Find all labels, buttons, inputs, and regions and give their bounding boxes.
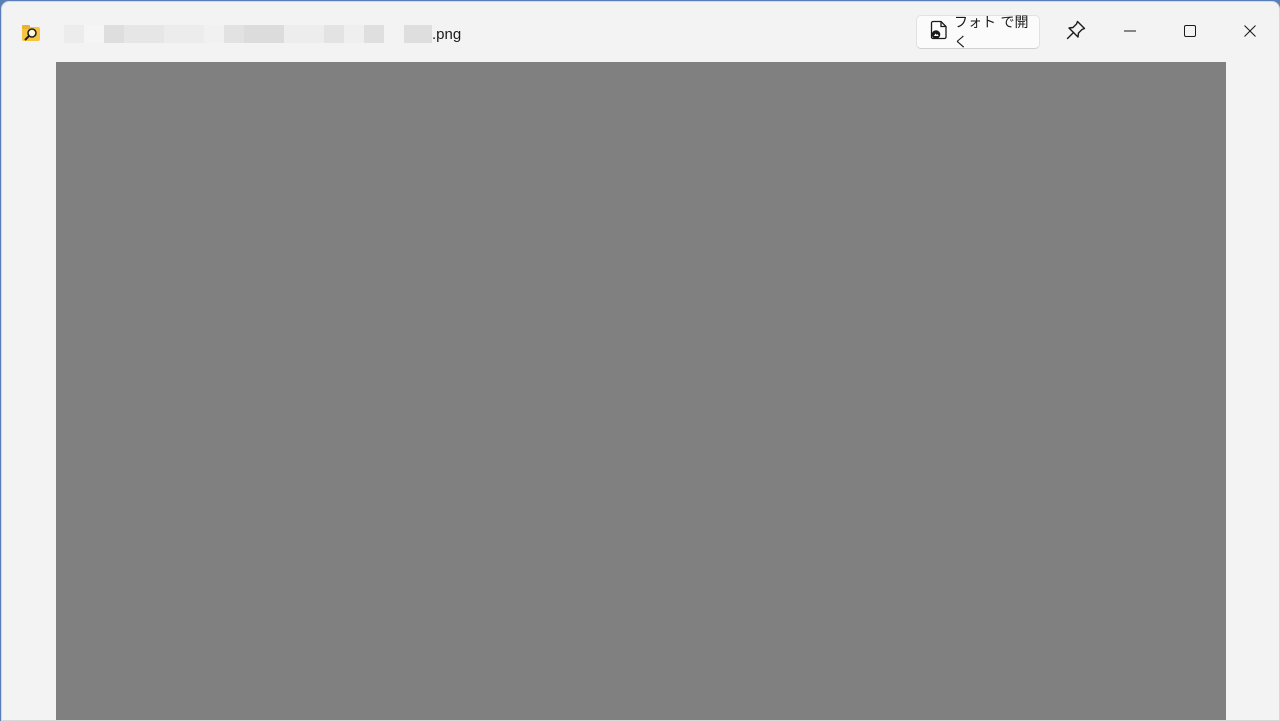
- filename-extension: .png: [432, 25, 462, 43]
- app-magnifier-icon: [22, 25, 42, 42]
- redacted-filename-block: [84, 25, 104, 43]
- minimize-button[interactable]: [1110, 14, 1150, 50]
- redacted-filename-block: [324, 25, 344, 43]
- redacted-filename-block: [404, 25, 432, 43]
- redacted-filename-block: [64, 25, 84, 43]
- redacted-filename-block: [164, 25, 204, 43]
- open-in-photos-button[interactable]: フォト で開く: [916, 15, 1040, 51]
- photos-doc-icon: [930, 20, 948, 44]
- redacted-filename-block: [284, 25, 324, 43]
- close-button[interactable]: [1230, 14, 1270, 50]
- redacted-filename-block: [344, 25, 364, 43]
- window-title: .png: [64, 24, 461, 44]
- redacted-filename-block: [124, 25, 164, 43]
- maximize-button[interactable]: [1170, 14, 1210, 50]
- image-preview: [56, 62, 1226, 720]
- pin-button[interactable]: [1056, 14, 1096, 50]
- title-bar[interactable]: .png フォト で開く: [2, 2, 1279, 62]
- maximize-icon: [1183, 23, 1197, 42]
- open-in-photos-label: フォト で開く: [954, 15, 1029, 51]
- redacted-filename-block: [204, 25, 224, 43]
- redacted-filename-block: [104, 25, 124, 43]
- redacted-filename-block: [224, 25, 244, 43]
- quicklook-window: .png フォト で開く: [1, 1, 1280, 721]
- redacted-filename-block: [384, 25, 404, 43]
- minimize-icon: [1123, 23, 1137, 42]
- pin-icon: [1065, 19, 1087, 45]
- close-icon: [1243, 23, 1257, 42]
- redacted-filename-block: [364, 25, 384, 43]
- redacted-filename-block: [244, 25, 284, 43]
